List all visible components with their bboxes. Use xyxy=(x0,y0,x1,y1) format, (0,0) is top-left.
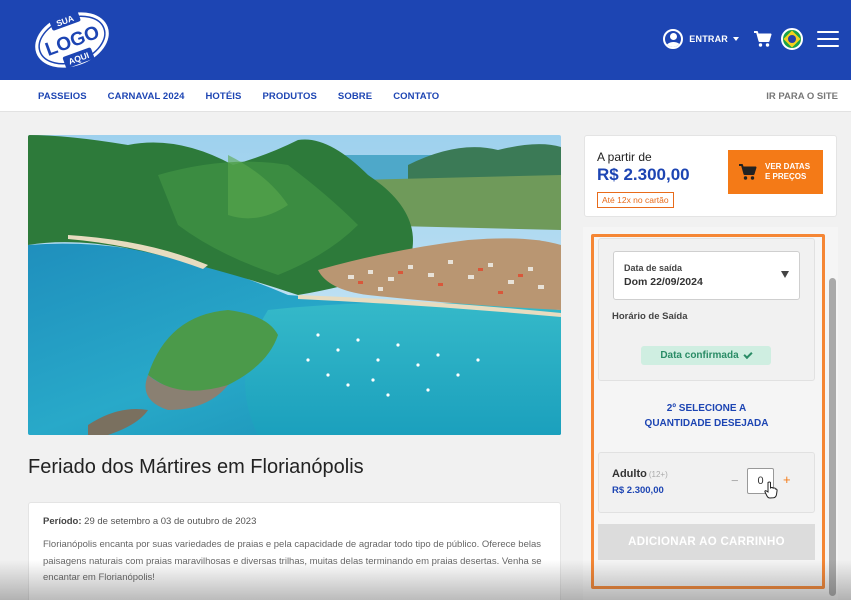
chevron-down-icon[interactable] xyxy=(733,37,739,41)
period-label: Período: xyxy=(43,516,82,527)
see-dates-line2: E PREÇOS xyxy=(765,172,807,181)
step2-line2: QUANTIDADE DESEJADA xyxy=(644,418,769,429)
description-card: Período: 29 de setembro a 03 de outubro … xyxy=(28,502,561,600)
beach-landscape-image xyxy=(28,135,561,435)
date-confirmed-label: Data confirmada xyxy=(660,350,739,361)
login-link[interactable]: ENTRAR xyxy=(689,34,728,44)
hand-pointer-icon xyxy=(764,481,778,499)
shopping-cart-icon[interactable] xyxy=(753,29,773,49)
price-value: R$ 2.300,00 xyxy=(597,165,690,184)
see-dates-line1: VER DATAS xyxy=(765,162,811,171)
description-text: Florianópolis encanta por suas variedade… xyxy=(43,539,542,583)
adult-label-wrap: Adulto (12+) xyxy=(612,468,668,480)
shopping-cart-icon xyxy=(739,164,757,180)
adult-quantity-row: Adulto(12+) R$ 2.300,00 − + xyxy=(598,452,815,513)
departure-date-value: Dom 22/09/2024 xyxy=(624,276,703,288)
see-dates-button[interactable]: VER DATAS E PREÇOS xyxy=(728,150,823,194)
see-dates-label: VER DATAS E PREÇOS xyxy=(765,162,810,182)
departure-time-label: Horário de Saída xyxy=(612,311,688,322)
header-actions: ENTRAR xyxy=(663,24,839,54)
price-card: A partir de R$ 2.300,00 Até 12x no cartã… xyxy=(584,135,837,217)
hamburger-menu-icon[interactable] xyxy=(817,31,839,47)
nav-item-contato[interactable]: CONTATO xyxy=(393,91,439,102)
dropdown-arrow-icon xyxy=(781,271,789,278)
nav-items: PASSEIOS CARNAVAL 2024 HOTÉIS PRODUTOS S… xyxy=(38,80,460,112)
nav-item-carnaval[interactable]: CARNAVAL 2024 xyxy=(108,91,185,102)
page-title: Feriado dos Mártires em Florianópolis xyxy=(28,456,364,478)
price-from-label: A partir de xyxy=(597,150,652,164)
add-to-cart-button[interactable]: ADICIONAR AO CARRINHO xyxy=(598,524,815,560)
quantity-step-heading: 2º SELECIONE A QUANTIDADE DESEJADA xyxy=(598,401,815,431)
panel-scrollbar[interactable] xyxy=(829,278,836,596)
period-value: 29 de setembro a 03 de outubro de 2023 xyxy=(81,516,257,527)
departure-date-select[interactable]: Data de saída Dom 22/09/2024 xyxy=(613,251,800,300)
departure-date-label: Data de saída xyxy=(624,263,683,273)
step2-line1: 2º SELECIONE A xyxy=(666,403,747,414)
adult-age-range: (12+) xyxy=(648,470,668,479)
installments-badge: Até 12x no cartão xyxy=(597,192,674,208)
logo[interactable]: SUA LOGO AQUI xyxy=(28,4,116,76)
main-nav: PASSEIOS CARNAVAL 2024 HOTÉIS PRODUTOS S… xyxy=(0,80,851,112)
check-icon xyxy=(743,349,753,360)
nav-item-sobre[interactable]: SOBRE xyxy=(338,91,372,102)
adult-label: Adulto xyxy=(612,468,647,480)
period-line: Período: 29 de setembro a 03 de outubro … xyxy=(43,516,546,527)
nav-item-produtos[interactable]: PRODUTOS xyxy=(262,91,316,102)
go-to-site-link[interactable]: IR PARA O SITE xyxy=(766,91,838,102)
hero-image xyxy=(28,135,561,435)
brazil-flag-icon[interactable] xyxy=(781,28,803,50)
nav-item-hoteis[interactable]: HOTÉIS xyxy=(205,91,241,102)
date-confirmed-badge: Data confirmada xyxy=(641,346,771,365)
user-circle-icon[interactable] xyxy=(663,29,684,49)
decrease-quantity-button[interactable]: − xyxy=(731,473,739,488)
increase-quantity-button[interactable]: + xyxy=(783,472,791,487)
site-header: SUA LOGO AQUI ENTRAR xyxy=(0,0,851,80)
adult-price: R$ 2.300,00 xyxy=(612,485,664,496)
nav-item-passeios[interactable]: PASSEIOS xyxy=(38,91,87,102)
